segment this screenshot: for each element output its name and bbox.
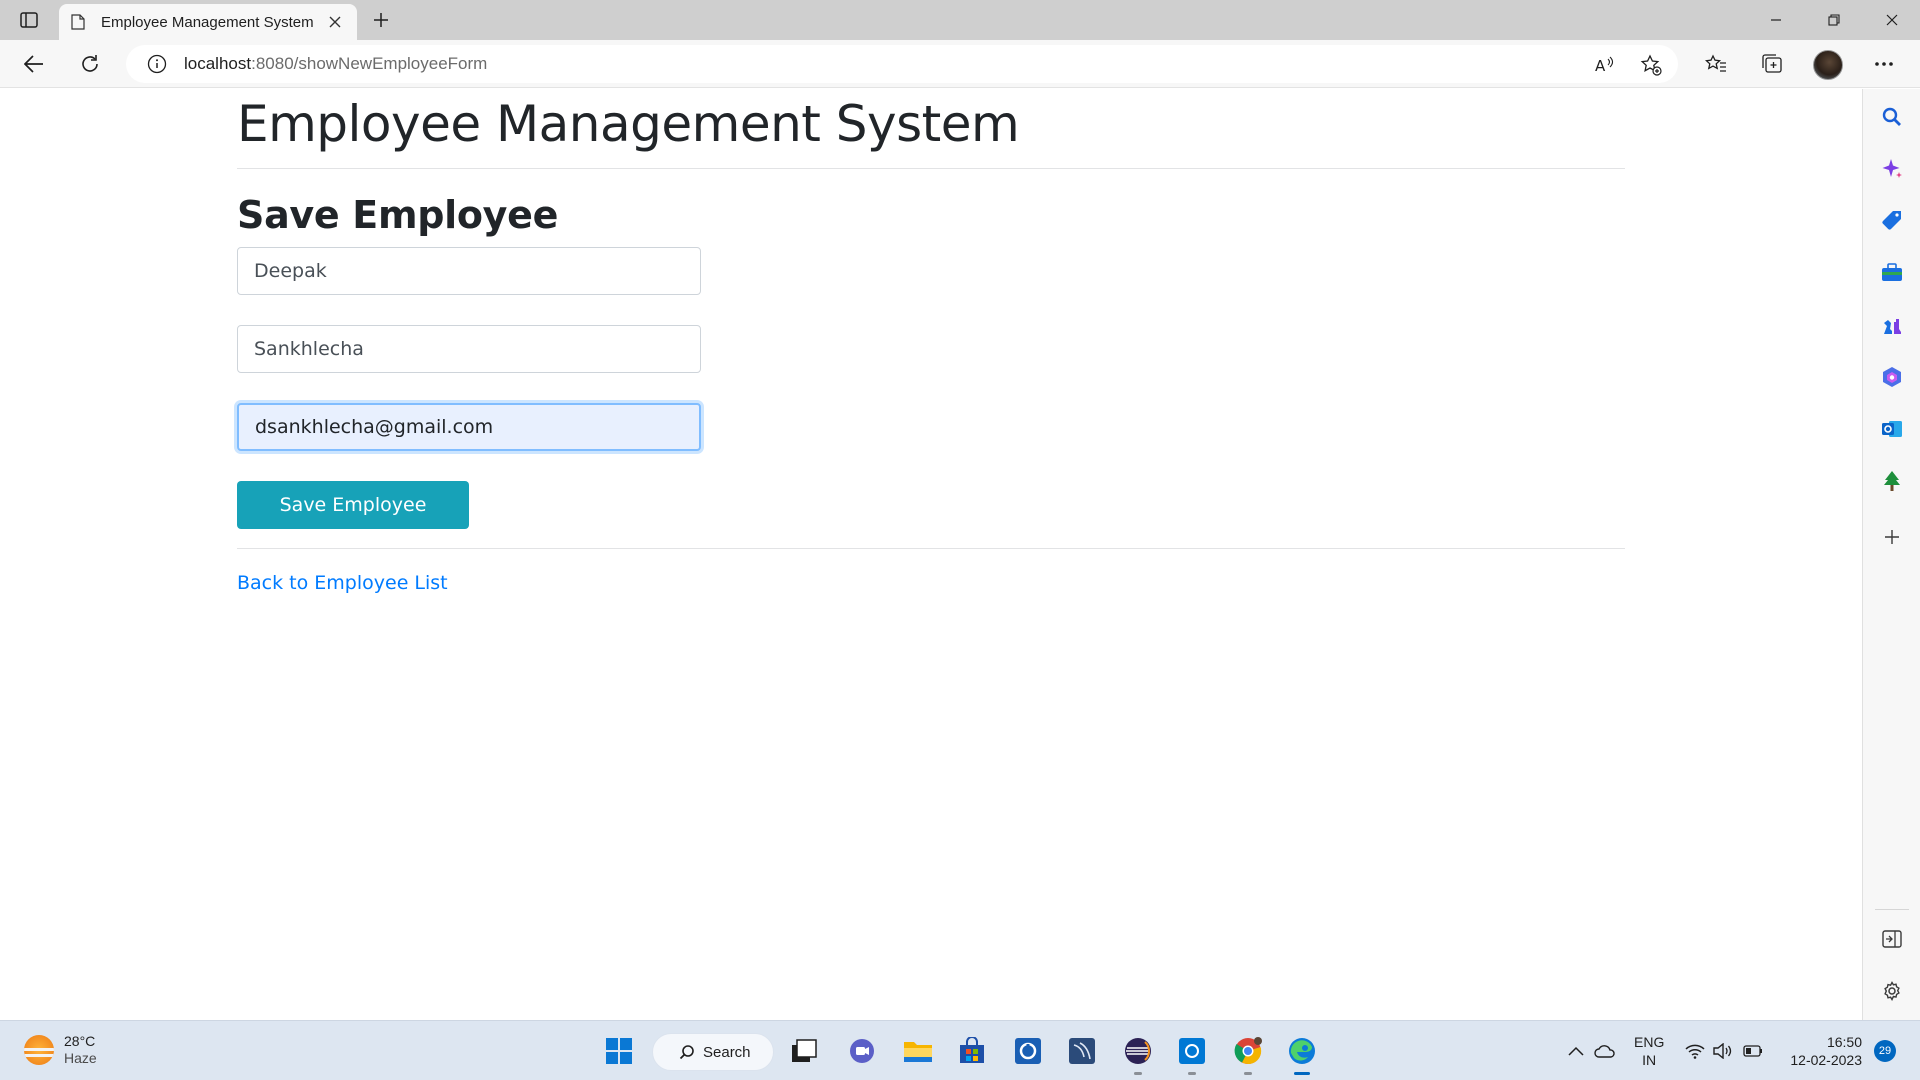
more-options-icon[interactable] (1868, 48, 1900, 80)
email-input[interactable] (237, 403, 701, 451)
edge-sidebar (1862, 89, 1920, 1020)
microsoft-store-icon[interactable] (956, 1035, 988, 1067)
page-title: Employee Management System (237, 95, 1020, 153)
address-bar[interactable]: localhost:8080/showNewEmployeeForm A (126, 45, 1678, 83)
page-icon (71, 14, 87, 30)
system-clock[interactable]: 16:50 12-02-2023 (1780, 1033, 1862, 1069)
close-tab-icon[interactable] (325, 12, 345, 32)
taskbar-search-label: Search (703, 1043, 751, 1061)
edge-active-indicator (1294, 1072, 1310, 1075)
url-host: localhost (184, 54, 252, 73)
chrome-running-indicator (1244, 1072, 1252, 1075)
windows-taskbar: 28°C Haze Search ENG IN 16:50 12-02-2023… (0, 1020, 1920, 1080)
search-icon[interactable] (1880, 105, 1904, 129)
language-indicator[interactable]: ENG IN (1634, 1033, 1664, 1069)
mysql-workbench-icon[interactable] (1066, 1035, 1098, 1067)
clock-date: 12-02-2023 (1790, 1052, 1862, 1068)
collections-icon[interactable] (1756, 48, 1788, 80)
new-tab-button[interactable] (367, 8, 395, 32)
form-divider (237, 548, 1625, 549)
minimize-button[interactable] (1748, 0, 1804, 40)
settings-gear-icon[interactable] (1880, 979, 1904, 1003)
page-viewport: Employee Management System Save Employee… (0, 89, 1862, 1020)
save-employee-button[interactable]: Save Employee (237, 481, 469, 529)
tree-icon[interactable] (1880, 469, 1904, 493)
tools-briefcase-icon[interactable] (1880, 261, 1904, 285)
region-code: IN (1642, 1052, 1657, 1068)
chrome-icon[interactable] (1232, 1035, 1264, 1067)
content-container: Employee Management System Save Employee… (237, 89, 1625, 594)
svg-text:A: A (1595, 57, 1606, 75)
form-title: Save Employee (237, 193, 559, 237)
notification-badge[interactable]: 29 (1874, 1040, 1896, 1062)
haze-weather-icon (24, 1035, 54, 1065)
weather-temperature: 28°C (64, 1033, 96, 1049)
tab-title: Employee Management System (101, 13, 314, 31)
copilot-sparkle-icon[interactable] (1880, 157, 1904, 181)
favorites-icon[interactable] (1700, 48, 1732, 80)
search-icon (679, 1045, 694, 1060)
app-launcher-icon[interactable] (1012, 1035, 1044, 1067)
volume-icon[interactable] (1712, 1040, 1734, 1062)
microsoft-365-icon[interactable] (1880, 365, 1904, 389)
edge-icon[interactable] (1286, 1035, 1318, 1067)
outlook-icon[interactable] (1880, 417, 1904, 441)
refresh-icon[interactable] (74, 48, 106, 80)
browser-tab[interactable]: Employee Management System (59, 4, 357, 40)
profile-avatar[interactable] (1813, 50, 1843, 80)
sidebar-divider (1875, 909, 1909, 910)
site-info-icon[interactable] (146, 53, 168, 75)
add-sidebar-app-icon[interactable] (1880, 525, 1904, 549)
eclipse-icon[interactable] (1122, 1035, 1154, 1067)
read-aloud-icon[interactable]: A (1594, 54, 1616, 76)
eclipse-running-indicator (1134, 1072, 1142, 1075)
first-name-input[interactable] (237, 247, 701, 295)
taskbar-search[interactable]: Search (652, 1033, 774, 1071)
header-divider (237, 168, 1625, 169)
tab-bar: Employee Management System (0, 0, 1920, 40)
file-explorer-icon[interactable] (902, 1035, 934, 1067)
clock-time: 16:50 (1826, 1034, 1862, 1050)
last-name-input[interactable] (237, 325, 701, 373)
close-window-button[interactable] (1864, 0, 1920, 40)
weather-condition: Haze (64, 1050, 97, 1066)
teams-chat-icon[interactable] (846, 1035, 878, 1067)
battery-icon[interactable] (1742, 1040, 1764, 1062)
tab-actions-icon[interactable] (16, 8, 42, 32)
weather-widget[interactable]: 28°C Haze (24, 1033, 97, 1067)
windows-start-icon[interactable] (603, 1035, 635, 1067)
settings-running-indicator (1188, 1072, 1196, 1075)
wifi-icon[interactable] (1684, 1040, 1706, 1062)
url-text[interactable]: localhost:8080/showNewEmployeeForm (184, 54, 487, 74)
shopping-tag-icon[interactable] (1880, 209, 1904, 233)
chevron-up-icon[interactable] (1565, 1040, 1587, 1062)
back-to-list-link[interactable]: Back to Employee List (237, 572, 448, 594)
language-code: ENG (1634, 1034, 1665, 1050)
task-view-icon[interactable] (788, 1035, 820, 1067)
hide-sidebar-icon[interactable] (1880, 927, 1904, 951)
back-arrow-icon[interactable] (18, 48, 50, 80)
browser-toolbar: localhost:8080/showNewEmployeeForm A (0, 40, 1920, 88)
restore-button[interactable] (1806, 0, 1862, 40)
url-path: :8080/showNewEmployeeForm (251, 54, 488, 73)
onedrive-cloud-icon[interactable] (1594, 1040, 1616, 1062)
settings-app-icon[interactable] (1176, 1035, 1208, 1067)
add-favorite-icon[interactable] (1640, 54, 1662, 76)
games-icon[interactable] (1880, 313, 1904, 337)
